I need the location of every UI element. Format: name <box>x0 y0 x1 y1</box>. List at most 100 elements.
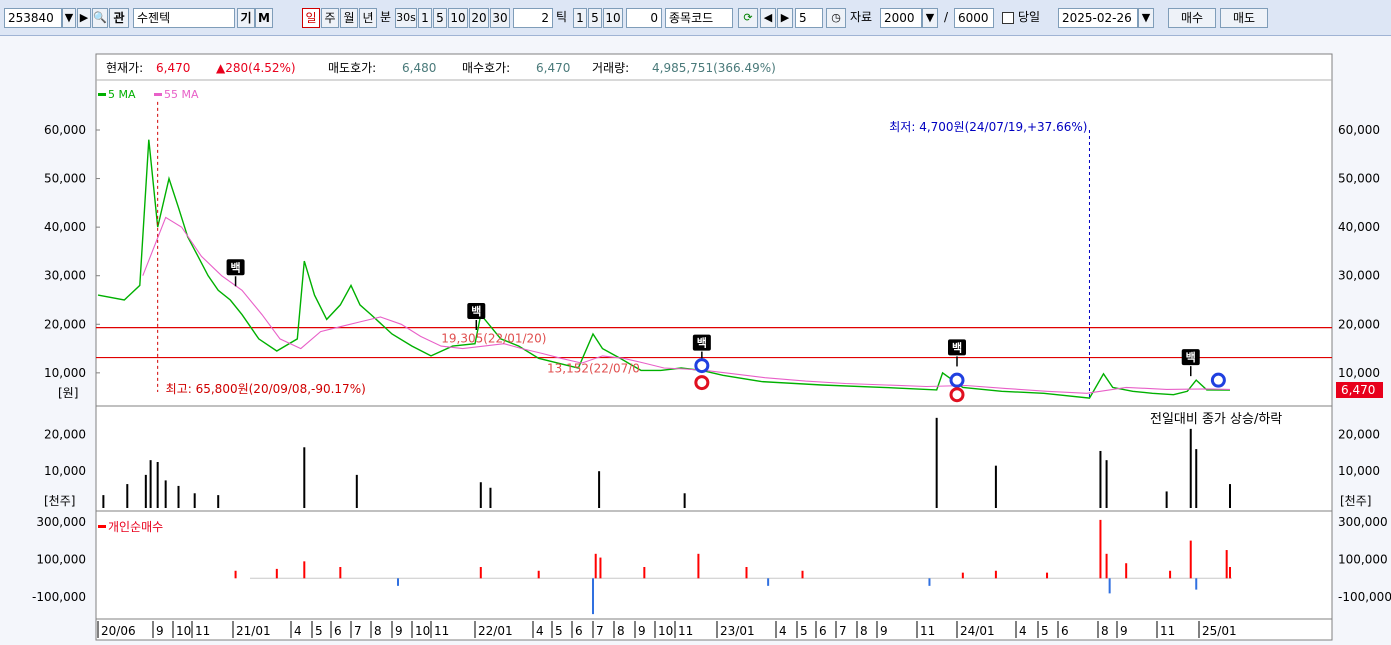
net-buy-bar <box>745 567 748 579</box>
level-annotation: 13,152(22/07/0 <box>547 362 640 376</box>
net-buy-bar <box>928 578 931 586</box>
gi-button[interactable]: 기 <box>237 8 255 28</box>
price-tick-label-left: 40,000 <box>44 220 86 234</box>
gwan-button[interactable]: 관 <box>109 8 129 28</box>
x-tick-label: 9 <box>1120 624 1128 638</box>
volume-bar <box>102 495 105 508</box>
x-tick-label: 4 <box>536 624 544 638</box>
tick-10-button[interactable]: 10 <box>603 8 623 28</box>
x-tick-label: 11 <box>920 624 935 638</box>
minute-1-button[interactable]: 1 <box>418 8 432 28</box>
today-checkbox[interactable] <box>1002 12 1014 24</box>
volume-bar <box>935 417 938 508</box>
blue-circle-signal <box>1210 372 1226 388</box>
play-icon[interactable]: ▶ <box>77 8 91 28</box>
volume-bar <box>1229 484 1231 508</box>
net-buy-bar <box>697 553 700 579</box>
volume-label: 거래량: <box>592 61 629 75</box>
refresh-icon[interactable]: ⟳ <box>738 8 758 28</box>
x-tick-label: 25/01 <box>1202 624 1237 638</box>
volume-unit-right: [천주] <box>1340 493 1371 508</box>
data-count-dropdown-icon[interactable]: ▼ <box>922 8 938 28</box>
minute-30s-button[interactable]: 30s <box>395 8 417 28</box>
net-buy-bar <box>1105 553 1108 579</box>
net-buy-bar <box>594 553 597 579</box>
clock-icon[interactable]: ◷ <box>826 8 846 28</box>
minute-20-button[interactable]: 20 <box>469 8 489 28</box>
data-count-select[interactable]: 2000 <box>880 8 922 28</box>
price-tick-label-right: 10,000 <box>1338 366 1380 380</box>
price-tick-label-left: 10,000 <box>44 366 86 380</box>
blue-circle-signal <box>949 372 965 388</box>
stock-code-input[interactable]: 253840 <box>4 8 62 28</box>
volume-bar <box>994 465 997 508</box>
net-tick-label-right: -100,000 <box>1338 590 1391 604</box>
price-tick-label-right: 20,000 <box>1338 317 1380 331</box>
minute-custom-input[interactable]: 2 <box>513 8 553 28</box>
volume-bar <box>177 485 180 508</box>
x-tick-label: 11 <box>195 624 210 638</box>
tick-custom-input[interactable]: 0 <box>626 8 662 28</box>
net-buy-bar <box>1195 578 1198 590</box>
x-tick-label: 9 <box>156 624 164 638</box>
minute-30-button[interactable]: 30 <box>490 8 510 28</box>
minute-label: 분 <box>380 10 392 24</box>
price-tick-label-right: 30,000 <box>1338 269 1380 283</box>
net-buy-bar <box>1099 519 1102 579</box>
m-button[interactable]: M <box>255 8 273 28</box>
minute-10-button[interactable]: 10 <box>448 8 468 28</box>
tick-1-button[interactable]: 1 <box>573 8 587 28</box>
period-month-tab[interactable]: 월 <box>340 8 358 28</box>
net-buy-bar <box>592 578 594 615</box>
volume-bar <box>1099 450 1102 508</box>
prev-arrow-icon[interactable]: ◀ <box>760 8 776 28</box>
net-buy-bar <box>1125 563 1128 579</box>
price-tick-label-right: 60,000 <box>1338 123 1380 137</box>
last-price-badge-text: 6,470 <box>1341 383 1375 397</box>
volume-bar <box>1105 460 1108 508</box>
price-tick-label-left: 30,000 <box>44 269 86 283</box>
volume-bar <box>683 493 686 508</box>
dropdown-arrow-icon[interactable]: ▼ <box>62 8 76 28</box>
volume-bar <box>149 460 152 508</box>
bid-label: 매수호가: <box>462 61 510 75</box>
toolbar: 253840 ▼ ▶ 🔍 관 수젠텍 기 M 일 주 월 년 분 30s 1 5… <box>0 0 1391 36</box>
period-year-tab[interactable]: 년 <box>359 8 377 28</box>
ask-label: 매도호가: <box>328 61 376 75</box>
red-circle-signal <box>949 387 965 403</box>
x-tick-label: 8 <box>1101 624 1109 638</box>
volume-tick-label-right: 10,000 <box>1338 464 1380 478</box>
volume-title: 전일대비 종가 상승/하락 <box>1150 412 1282 427</box>
net-buy-bar <box>303 561 306 579</box>
volume-bar <box>144 474 147 508</box>
next-arrow-icon[interactable]: ▶ <box>777 8 793 28</box>
search-icon[interactable]: 🔍 <box>92 8 108 28</box>
step-input[interactable]: 5 <box>795 8 823 28</box>
volume-bar <box>1189 428 1192 508</box>
x-tick-label: 8 <box>617 624 625 638</box>
period-week-tab[interactable]: 주 <box>321 8 339 28</box>
net-buy-bar <box>1229 567 1231 579</box>
x-tick-label: 6 <box>1061 624 1069 638</box>
legend-ma5: 5 MA <box>108 88 136 101</box>
volume-bar <box>355 474 358 508</box>
x-tick-label: 5 <box>1041 624 1049 638</box>
date-picker[interactable]: 2025-02-26 <box>1058 8 1138 28</box>
ask-price: 6,480 <box>402 61 436 75</box>
minute-5-button[interactable]: 5 <box>433 8 447 28</box>
period-day-tab[interactable]: 일 <box>302 8 320 28</box>
date-dropdown-icon[interactable]: ▼ <box>1138 8 1154 28</box>
signal-badge-label: 백 <box>471 304 481 318</box>
net-tick-label-right: 100,000 <box>1338 552 1388 566</box>
x-tick-label: 9 <box>880 624 888 638</box>
volume-unit-left: [천주] <box>44 493 75 508</box>
tick-5-button[interactable]: 5 <box>588 8 602 28</box>
x-tick-label: 7 <box>354 624 362 638</box>
x-tick-label: 6 <box>575 624 583 638</box>
last-price-badge: 6,470 <box>1336 382 1383 399</box>
x-tick-label: 7 <box>596 624 604 638</box>
net-buy-bar <box>994 570 997 579</box>
sell-button[interactable]: 매도 <box>1220 8 1268 28</box>
high-annotation: 최고: 65,800원(20/09/08,-90.17%) <box>166 382 366 396</box>
buy-button[interactable]: 매수 <box>1168 8 1216 28</box>
